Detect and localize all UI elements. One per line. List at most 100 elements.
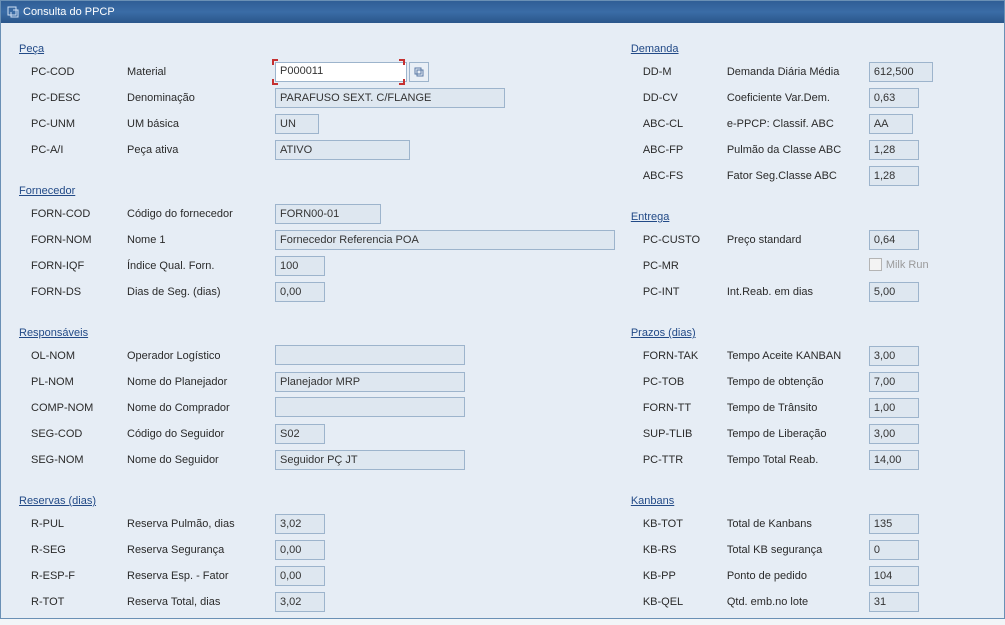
- sup-tlib-input[interactable]: 3,00: [869, 424, 919, 444]
- pl-nom-input[interactable]: Planejador MRP: [275, 372, 465, 392]
- pc-custo-input[interactable]: 0,64: [869, 230, 919, 250]
- r-tot-input[interactable]: 3,02: [275, 592, 325, 612]
- row-pc-cod: PC-COD Material P000011: [19, 61, 621, 83]
- dd-cv-input[interactable]: 0,63: [869, 88, 919, 108]
- abc-cl-input[interactable]: AA: [869, 114, 913, 134]
- field-code: PC-DESC: [19, 92, 127, 104]
- field-label: Int.Reab. em dias: [727, 286, 869, 298]
- forn-cod-input[interactable]: FORN00-01: [275, 204, 381, 224]
- row-abc-cl: ABC-CL e-PPCP: Classif. ABC AA: [631, 113, 986, 135]
- window-title: Consulta do PPCP: [23, 6, 115, 18]
- milkrun-label: Milk Run: [886, 259, 929, 271]
- milkrun-checkbox[interactable]: [869, 258, 882, 271]
- kb-pp-input[interactable]: 104: [869, 566, 919, 586]
- row-ol-nom: OL-NOM Operador Logístico: [19, 345, 621, 367]
- row-seg-cod: SEG-COD Código do Seguidor S02: [19, 423, 621, 445]
- row-pl-nom: PL-NOM Nome do Planejador Planejador MRP: [19, 371, 621, 393]
- search-help-button[interactable]: [409, 62, 429, 82]
- field-label: Código do fornecedor: [127, 208, 275, 220]
- forn-nom-input[interactable]: Fornecedor Referencia POA: [275, 230, 615, 250]
- field-label: UM básica: [127, 118, 275, 130]
- required-marker-icon: [399, 59, 405, 65]
- denominacao-input[interactable]: PARAFUSO SEXT. C/FLANGE: [275, 88, 505, 108]
- left-column: Peça PC-COD Material P000011: [19, 43, 621, 613]
- field-code: PC-MR: [631, 260, 727, 272]
- dd-m-input[interactable]: 612,500: [869, 62, 933, 82]
- field-label: Reserva Segurança: [127, 544, 275, 556]
- row-sup-tlib: SUP-TLIB Tempo de Liberação 3,00: [631, 423, 986, 445]
- row-pc-ttr: PC-TTR Tempo Total Reab. 14,00: [631, 449, 986, 471]
- field-code: R-PUL: [19, 518, 127, 530]
- field-code: PL-NOM: [19, 376, 127, 388]
- r-esp-f-input[interactable]: 0,00: [275, 566, 325, 586]
- section-prazos: Prazos (dias): [631, 327, 986, 339]
- forn-tt-input[interactable]: 1,00: [869, 398, 919, 418]
- r-pul-input[interactable]: 3,02: [275, 514, 325, 534]
- field-label: Código do Seguidor: [127, 428, 275, 440]
- abc-fp-input[interactable]: 1,28: [869, 140, 919, 160]
- field-label: Tempo de Trânsito: [727, 402, 869, 414]
- abc-fs-input[interactable]: 1,28: [869, 166, 919, 186]
- row-pc-unm: PC-UNM UM básica UN: [19, 113, 621, 135]
- comp-nom-input[interactable]: [275, 397, 465, 417]
- field-code: KB-PP: [631, 570, 727, 582]
- field-label: Índice Qual. Forn.: [127, 260, 275, 272]
- field-code: ABC-CL: [631, 118, 727, 130]
- field-label: Qtd. emb.no lote: [727, 596, 869, 608]
- field-code: FORN-IQF: [19, 260, 127, 272]
- field-label: Total de Kanbans: [727, 518, 869, 530]
- kb-qel-input[interactable]: 31: [869, 592, 919, 612]
- pc-ttr-input[interactable]: 14,00: [869, 450, 919, 470]
- field-label: Reserva Pulmão, dias: [127, 518, 275, 530]
- ativo-input[interactable]: ATIVO: [275, 140, 410, 160]
- right-column: Demanda DD-M Demanda Diária Média 612,50…: [631, 43, 986, 613]
- um-input[interactable]: UN: [275, 114, 319, 134]
- field-code: ABC-FP: [631, 144, 727, 156]
- field-code: OL-NOM: [19, 350, 127, 362]
- row-kb-tot: KB-TOT Total de Kanbans 135: [631, 513, 986, 535]
- field-label: Material: [127, 66, 275, 78]
- field-code: SUP-TLIB: [631, 428, 727, 440]
- seg-nom-input[interactable]: Seguidor PÇ JT: [275, 450, 465, 470]
- row-pc-mr: PC-MR Milk Run: [631, 255, 986, 277]
- forn-tak-input[interactable]: 3,00: [869, 346, 919, 366]
- pc-tob-input[interactable]: 7,00: [869, 372, 919, 392]
- seg-cod-input[interactable]: S02: [275, 424, 325, 444]
- ol-nom-input[interactable]: [275, 345, 465, 365]
- material-input[interactable]: P000011: [275, 62, 407, 82]
- field-code: PC-INT: [631, 286, 727, 298]
- row-forn-nom: FORN-NOM Nome 1 Fornecedor Referencia PO…: [19, 229, 621, 251]
- section-demanda: Demanda: [631, 43, 986, 55]
- field-label: Tempo Aceite KANBAN: [727, 350, 869, 362]
- material-field-wrap: P000011: [275, 62, 429, 82]
- field-code: COMP-NOM: [19, 402, 127, 414]
- kb-tot-input[interactable]: 135: [869, 514, 919, 534]
- row-dd-cv: DD-CV Coeficiente Var.Dem. 0,63: [631, 87, 986, 109]
- pc-int-input[interactable]: 5,00: [869, 282, 919, 302]
- row-abc-fp: ABC-FP Pulmão da Classe ABC 1,28: [631, 139, 986, 161]
- field-label: Reserva Esp. - Fator: [127, 570, 275, 582]
- field-label: Denominação: [127, 92, 275, 104]
- r-seg-input[interactable]: 0,00: [275, 540, 325, 560]
- row-pc-custo: PC-CUSTO Preço standard 0,64: [631, 229, 986, 251]
- forn-ds-input[interactable]: 0,00: [275, 282, 325, 302]
- row-r-esp-f: R-ESP-F Reserva Esp. - Fator 0,00: [19, 565, 621, 587]
- field-label: Pulmão da Classe ABC: [727, 144, 869, 156]
- forn-iqf-input[interactable]: 100: [275, 256, 325, 276]
- field-label: Nome do Comprador: [127, 402, 275, 414]
- field-code: DD-M: [631, 66, 727, 78]
- field-code: KB-TOT: [631, 518, 727, 530]
- field-label: Peça ativa: [127, 144, 275, 156]
- field-code: FORN-COD: [19, 208, 127, 220]
- row-kb-qel: KB-QEL Qtd. emb.no lote 31: [631, 591, 986, 613]
- field-label: Nome 1: [127, 234, 275, 246]
- field-label: Operador Logístico: [127, 350, 275, 362]
- row-r-seg: R-SEG Reserva Segurança 0,00: [19, 539, 621, 561]
- kb-rs-input[interactable]: 0: [869, 540, 919, 560]
- field-label: Coeficiente Var.Dem.: [727, 92, 869, 104]
- field-code: ABC-FS: [631, 170, 727, 182]
- section-reservas: Reservas (dias): [19, 495, 621, 507]
- row-dd-m: DD-M Demanda Diária Média 612,500: [631, 61, 986, 83]
- row-forn-tt: FORN-TT Tempo de Trânsito 1,00: [631, 397, 986, 419]
- row-forn-tak: FORN-TAK Tempo Aceite KANBAN 3,00: [631, 345, 986, 367]
